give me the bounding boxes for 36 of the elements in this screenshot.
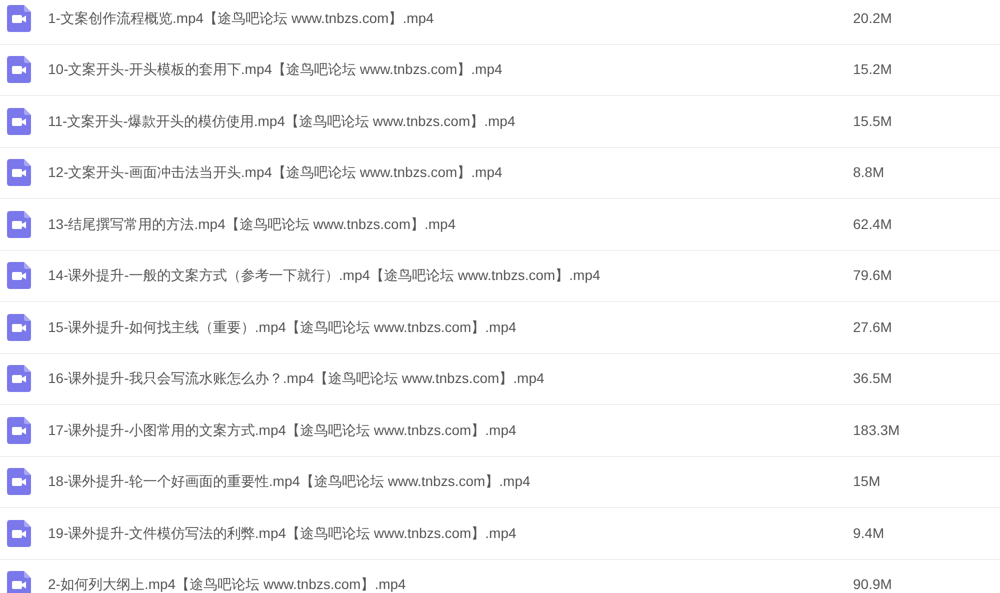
file-size: 62.4M <box>853 214 892 234</box>
file-name[interactable]: 10-文案开头-开头模板的套用下.mp4【途鸟吧论坛 www.tnbzs.com】.mp4 <box>48 59 853 80</box>
video-file-icon <box>7 262 31 290</box>
video-file-icon <box>7 4 31 32</box>
video-file-icon <box>7 416 31 444</box>
file-size: 15.5M <box>853 112 892 131</box>
file-size: 15.2M <box>853 60 892 80</box>
file-name[interactable]: 1-文案创作流程概览.mp4【途鸟吧论坛 www.tnbzs.com】.mp4 <box>48 8 853 29</box>
file-name[interactable]: 2-如何列大纲上.mp4【途鸟吧论坛 www.tnbzs.com】.mp4 <box>48 574 853 593</box>
file-size: 36.5M <box>853 369 892 388</box>
file-name[interactable]: 17-课外提升-小图常用的文案方式.mp4【途鸟吧论坛 www.tnbzs.com】.mp4 <box>48 420 853 441</box>
file-name[interactable]: 19-课外提升-文件模仿写法的利弊.mp4【途鸟吧论坛 www.tnbzs.com】.mp4 <box>48 522 853 544</box>
file-name[interactable]: 18-课外提升-轮一个好画面的重要性.mp4【途鸟吧论坛 www.tnbzs.com】.mp4 <box>48 471 853 492</box>
file-name[interactable]: 12-文案开头-画面冲击法当开头.mp4【途鸟吧论坛 www.tnbzs.com】.mp4 <box>48 162 853 184</box>
video-file-icon <box>7 108 31 135</box>
video-file-icon <box>7 365 31 392</box>
file-size: 183.3M <box>853 420 900 440</box>
file-name[interactable]: 14-课外提升-一般的文案方式（参考一下就行）.mp4【途鸟吧论坛 www.tnbzs.com】.mp4 <box>48 265 853 286</box>
file-size: 90.9M <box>853 575 892 593</box>
file-size: 27.6M <box>853 318 892 337</box>
file-size: 8.8M <box>853 163 884 182</box>
video-file-icon <box>7 520 31 547</box>
file-size: 20.2M <box>853 8 892 28</box>
video-file-icon <box>7 468 31 496</box>
file-name[interactable]: 13-结尾撰写常用的方法.mp4【途鸟吧论坛 www.tnbzs.com】.mp4 <box>48 214 853 235</box>
video-file-icon <box>7 571 31 593</box>
file-name[interactable]: 16-课外提升-我只会写流水账怎么办？.mp4【途鸟吧论坛 www.tnbzs.com】.mp4 <box>48 368 853 390</box>
video-file-icon <box>7 159 31 186</box>
video-file-icon <box>7 314 31 341</box>
video-file-icon <box>7 56 31 84</box>
file-size: 79.6M <box>853 266 892 286</box>
file-size: 9.4M <box>853 524 884 543</box>
file-size: 15M <box>853 472 880 492</box>
file-name[interactable]: 11-文案开头-爆款开头的模仿使用.mp4【途鸟吧论坛 www.tnbzs.com】.mp4 <box>48 110 853 132</box>
file-name[interactable]: 15-课外提升-如何找主线（重要）.mp4【途鸟吧论坛 www.tnbzs.com】.mp4 <box>48 316 853 338</box>
video-file-icon <box>7 210 31 238</box>
